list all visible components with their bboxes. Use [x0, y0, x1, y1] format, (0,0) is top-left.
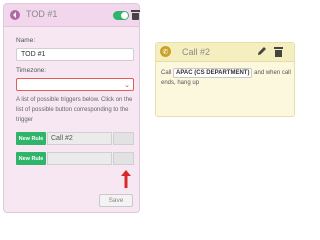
- call-text-prefix: Call: [161, 70, 172, 76]
- timezone-label: Timezone:: [16, 67, 47, 74]
- collapse-icon[interactable]: [10, 10, 20, 20]
- name-input[interactable]: TOD #1: [16, 48, 134, 61]
- tod-card: TOD #1 Name: TOD #1 Timezone: ⌄ A list o…: [3, 3, 140, 213]
- rule-target-button[interactable]: [113, 132, 134, 145]
- enable-toggle[interactable]: [113, 11, 129, 20]
- tod-title: TOD #1: [26, 9, 58, 19]
- pencil-icon[interactable]: [257, 46, 267, 56]
- call-description: Call APAC (CS DEPARTMENT) and when call …: [161, 68, 293, 88]
- rule-row: New Rule: [16, 152, 134, 165]
- rule-target-field[interactable]: Call #2: [47, 132, 112, 145]
- save-button[interactable]: Save: [99, 194, 133, 207]
- tod-header: TOD #1: [4, 4, 140, 27]
- help-text: A list of possible triggers below. Click…: [16, 97, 133, 123]
- trash-icon[interactable]: [131, 10, 140, 20]
- department-chip[interactable]: APAC (CS DEPARTMENT): [173, 68, 253, 78]
- new-rule-button[interactable]: New Rule: [16, 132, 46, 145]
- call-header: ✆ Call #2: [156, 43, 294, 62]
- red-arrow-annotation: [121, 170, 131, 188]
- trash-icon[interactable]: [274, 47, 283, 57]
- call-title: Call #2: [182, 47, 211, 57]
- rule-target-field[interactable]: [47, 152, 112, 165]
- name-label: Name:: [16, 37, 36, 44]
- rule-target-button[interactable]: [113, 152, 134, 165]
- timezone-select[interactable]: ⌄: [16, 78, 134, 91]
- chevron-down-icon: ⌄: [124, 82, 130, 89]
- rule-row: New Rule Call #2: [16, 132, 134, 145]
- new-rule-button[interactable]: New Rule: [16, 152, 46, 165]
- call-card: ✆ Call #2 Call APAC (CS DEPARTMENT) and …: [155, 42, 295, 117]
- phone-icon: ✆: [160, 46, 171, 57]
